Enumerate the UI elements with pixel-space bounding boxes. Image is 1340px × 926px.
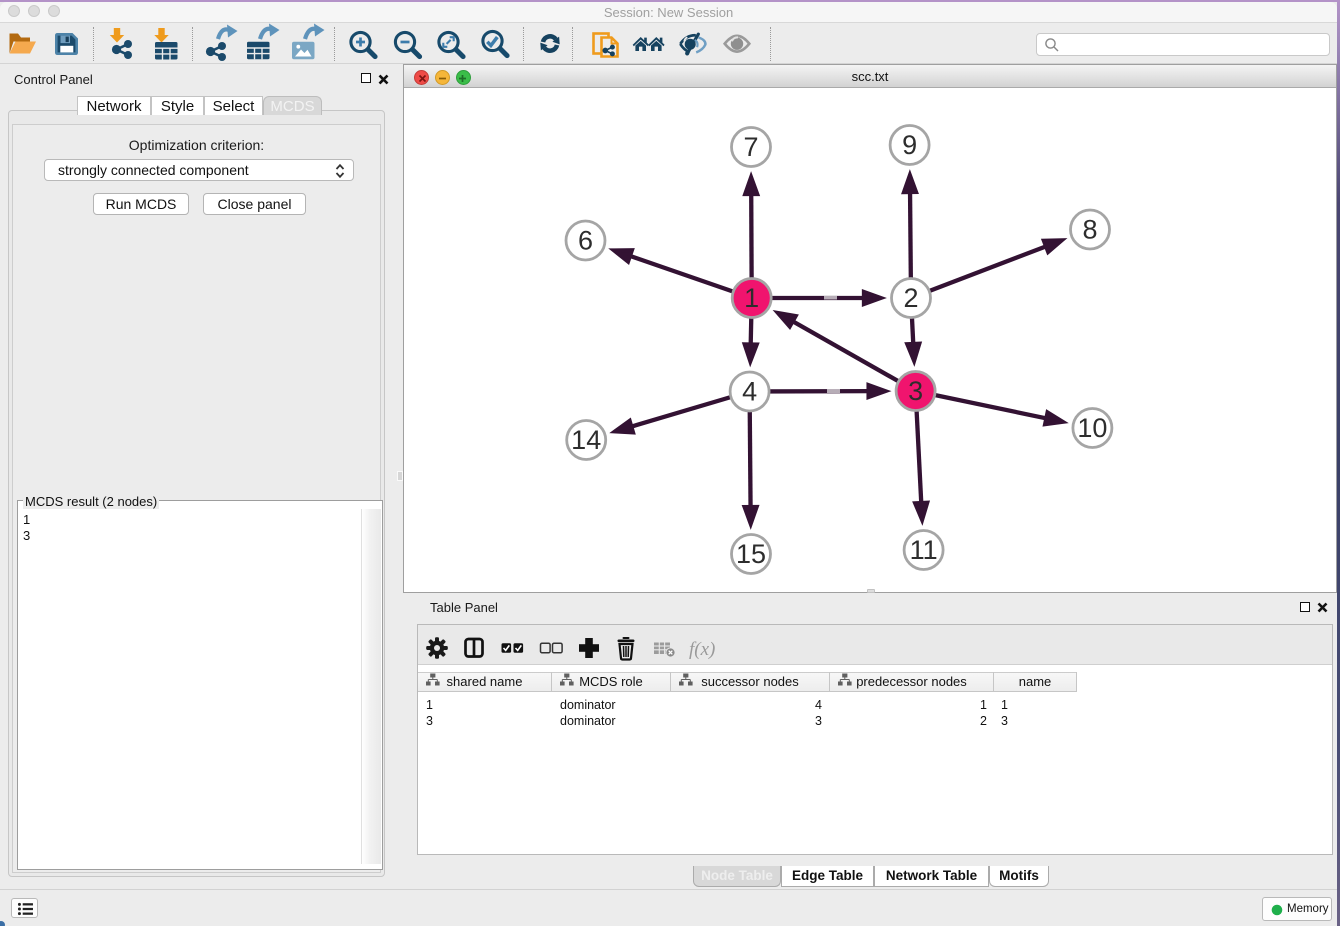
svg-text:7: 7 — [743, 132, 758, 162]
svg-text:1: 1 — [744, 283, 759, 313]
svg-text:14: 14 — [571, 425, 601, 455]
svg-text:11: 11 — [910, 535, 938, 565]
svg-text:4: 4 — [742, 377, 757, 407]
svg-text:15: 15 — [736, 539, 766, 569]
svg-text:6: 6 — [578, 226, 593, 256]
svg-text:8: 8 — [1082, 215, 1097, 245]
svg-text:3: 3 — [908, 376, 923, 406]
svg-text:2: 2 — [903, 283, 918, 313]
svg-text:10: 10 — [1077, 413, 1107, 443]
svg-text:9: 9 — [902, 130, 917, 160]
